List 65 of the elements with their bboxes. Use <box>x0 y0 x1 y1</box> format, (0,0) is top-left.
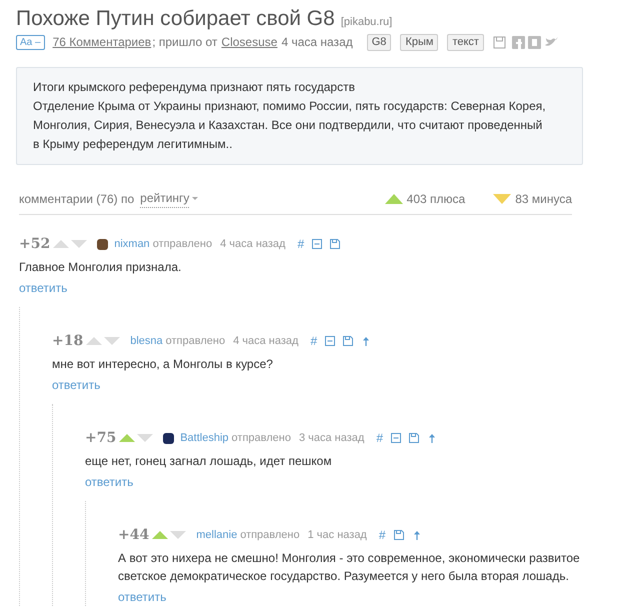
reply-link[interactable]: ответить <box>52 376 100 394</box>
comment-time: 4 часа назад <box>233 334 298 349</box>
reply-link[interactable]: ответить <box>85 473 134 491</box>
description-heading: Итоги крымского референдума признают пять государств <box>33 79 356 96</box>
anchor-link[interactable]: # <box>376 429 384 447</box>
avatar[interactable] <box>163 432 174 444</box>
description-text: Отделение Крыма от Украины признают, помимо России, пять государств: Северная Корея, Монголия, Сирия, Венесуэла и Казахстан. Все они подтвердили, что считают проведенный в Крыму референдум легитимным.. <box>33 98 547 153</box>
reply-link[interactable]: ответить <box>118 588 166 606</box>
triangle-up-icon <box>384 194 403 204</box>
arrow-up-icon[interactable] <box>412 530 422 540</box>
comment-author[interactable]: blesna <box>130 332 163 350</box>
minuses-count: 83 минуса <box>515 190 572 208</box>
comment-score: +75 <box>85 428 116 448</box>
comments-link[interactable]: 76 Комментариев <box>52 33 152 51</box>
vote-up-icon[interactable] <box>152 531 168 539</box>
save-icon[interactable] <box>330 239 340 249</box>
sort-dropdown[interactable]: рейтингу <box>140 189 198 208</box>
save-icon[interactable] <box>409 433 420 443</box>
vote-up-icon[interactable] <box>119 434 136 442</box>
save-icon[interactable] <box>394 530 404 540</box>
sent-label: отправлено <box>240 528 300 543</box>
comment-text: Главное Монголия признала. <box>19 259 182 276</box>
comment-time: 1 час назад <box>308 528 367 543</box>
comments-count-label: комментарии (76) по <box>19 190 134 208</box>
pluses-count: 403 плюса <box>406 190 466 208</box>
sent-label: отправлено <box>152 236 212 252</box>
bird-icon[interactable] <box>544 36 559 48</box>
comment-author[interactable]: mellanie <box>196 526 238 544</box>
collapse-icon[interactable] <box>325 336 336 346</box>
comment-score: +18 <box>52 332 84 350</box>
caret-icon <box>192 197 198 200</box>
author-link[interactable]: Closesuse <box>221 33 278 51</box>
anchor-link[interactable]: # <box>378 526 386 544</box>
tag-button[interactable]: G8 <box>366 34 392 50</box>
source-label: [pikabu.ru] <box>340 15 392 30</box>
reply-link[interactable]: ответить <box>19 279 68 297</box>
triangle-down-icon <box>493 194 512 204</box>
save-icon[interactable] <box>492 36 506 48</box>
anchor-link[interactable]: # <box>297 235 304 253</box>
comment-author[interactable]: Battleship <box>180 430 229 446</box>
tag-button[interactable]: Крым <box>400 34 438 50</box>
tag-button[interactable]: текст <box>447 34 484 50</box>
post-title[interactable]: Похоже Путин собирает свой G8 <box>16 6 335 32</box>
save-icon[interactable] <box>343 336 354 346</box>
post-time: 4 часа назад <box>281 34 353 51</box>
comment-score: +52 <box>19 234 50 254</box>
collapse-icon[interactable] <box>391 433 402 443</box>
collapse-icon[interactable] <box>312 239 322 249</box>
sent-label: отправлено <box>232 430 291 446</box>
arrow-up-icon[interactable] <box>427 433 438 443</box>
share-icon[interactable] <box>512 36 525 48</box>
sent-label: отправлено <box>166 334 226 349</box>
comment-text: А вот это нихера не смешно! Монголия - это современное, экономически развитое светское демократическое государство. Разумеется у него была вторая лошадь. <box>118 550 581 585</box>
comment-time: 3 часа назад <box>298 430 364 446</box>
share-icon[interactable] <box>528 36 541 48</box>
avatar[interactable] <box>97 238 108 250</box>
anchor-link[interactable]: # <box>310 332 318 350</box>
comment-text: мне вот интересно, а Монголы в курсе? <box>52 356 274 373</box>
comment-text: еще нет, гонец загнал лошадь, идет пешком <box>85 453 333 470</box>
font-size-toggle[interactable]: Aa – <box>16 34 45 50</box>
arrow-up-icon[interactable] <box>361 336 372 346</box>
comment-score: +44 <box>118 526 150 544</box>
comment-author[interactable]: nixman <box>114 236 150 252</box>
meta-text: ; пришло от <box>152 34 218 51</box>
comment-time: 4 часа назад <box>220 236 286 252</box>
